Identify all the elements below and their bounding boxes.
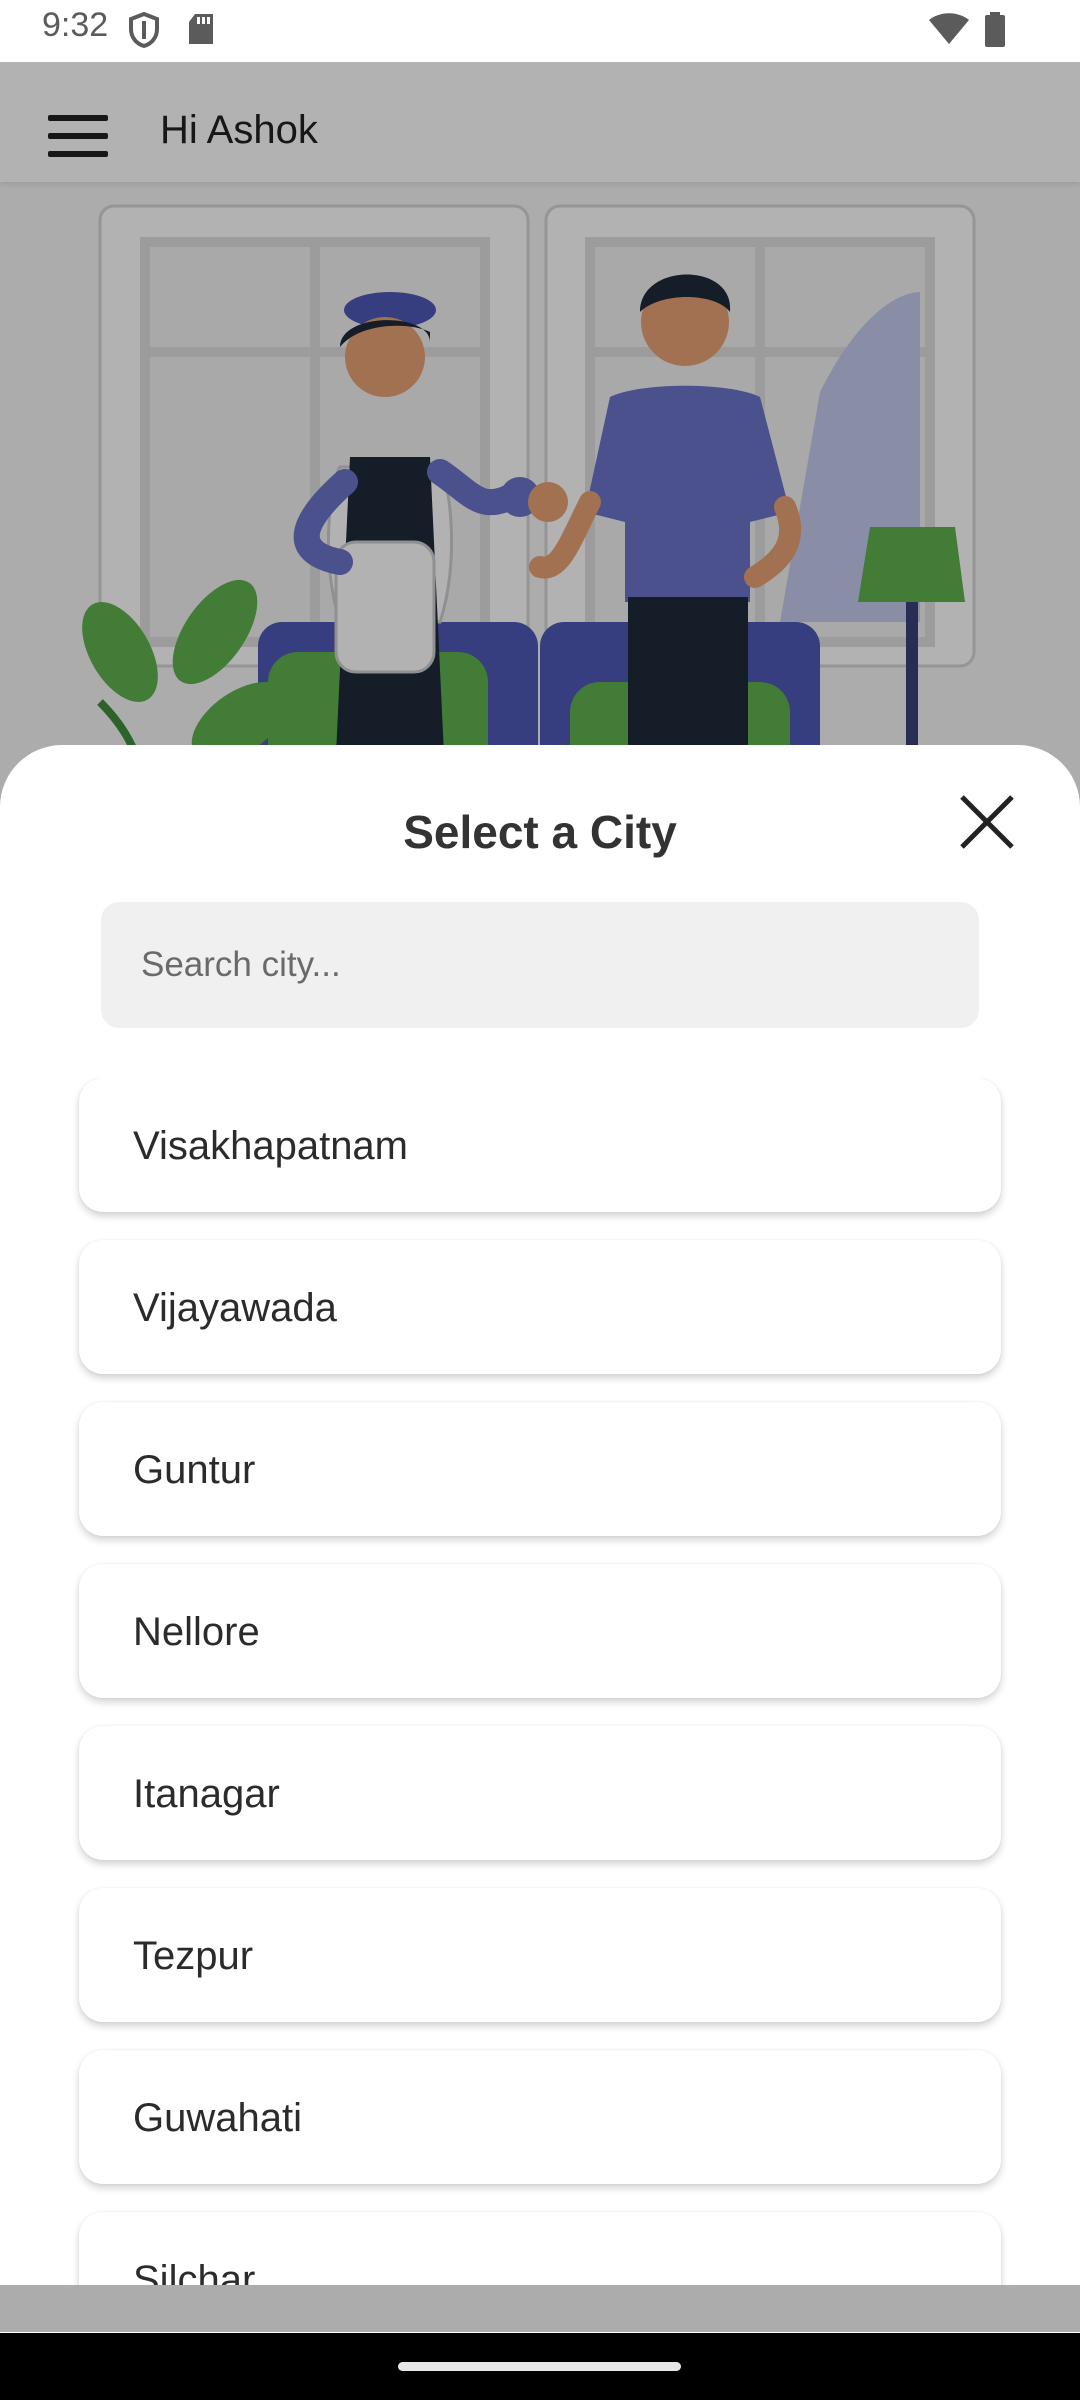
status-time: 9:32 [42,6,109,44]
city-label: Guwahati [133,2096,302,2140]
close-button[interactable] [958,793,1016,851]
city-list[interactable]: Visakhapatnam Vijayawada Guntur Nellore … [0,1078,1080,2285]
city-item-itanagar[interactable]: Itanagar [79,1726,1001,1860]
city-label: Guntur [133,1448,256,1492]
city-label: Silchar [133,2258,256,2285]
home-gesture-handle[interactable] [398,2362,681,2371]
sd-card-icon [187,12,215,51]
battery-icon [984,12,1006,53]
search-city-input[interactable] [101,902,979,1028]
city-item-guntur[interactable]: Guntur [79,1402,1001,1536]
city-item-tezpur[interactable]: Tezpur [79,1888,1001,2022]
city-label: Vijayawada [133,1286,337,1330]
status-bar: 9:32 [0,0,1080,62]
city-label: Visakhapatnam [133,1124,408,1168]
close-icon [960,795,1014,849]
city-selector-sheet: Select a City Visakhapatnam Vijayawada G… [0,745,1080,2285]
city-item-nellore[interactable]: Nellore [79,1564,1001,1698]
city-label: Nellore [133,1610,260,1654]
wifi-icon [928,12,970,51]
navigation-bar [0,2333,1080,2400]
shield-icon [128,11,160,53]
city-item-silchar[interactable]: Silchar [79,2212,1001,2285]
sheet-title: Select a City [403,806,677,858]
city-label: Itanagar [133,1772,280,1816]
city-item-guwahati[interactable]: Guwahati [79,2050,1001,2184]
city-item-vijayawada[interactable]: Vijayawada [79,1240,1001,1374]
city-label: Tezpur [133,1934,254,1978]
city-item-visakhapatnam[interactable]: Visakhapatnam [79,1078,1001,1212]
